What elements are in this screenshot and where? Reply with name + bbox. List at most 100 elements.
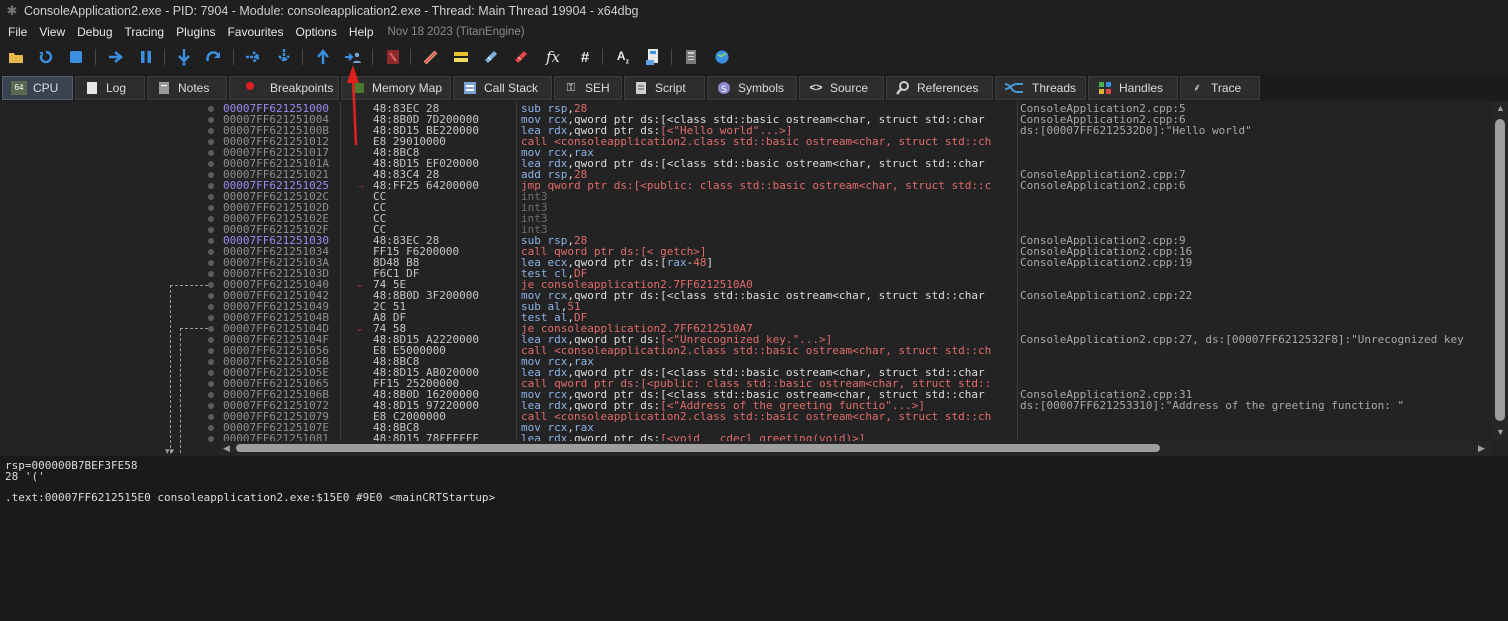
tab-call-stack[interactable]: Call Stack <box>453 76 552 100</box>
scroll-up-icon[interactable]: ▲ <box>1496 103 1505 113</box>
breakpoint-dot[interactable] <box>208 370 214 376</box>
breakpoint-dot[interactable] <box>208 183 214 189</box>
instruction: mov rcx,rax <box>521 356 594 367</box>
tab-threads[interactable]: Threads <box>995 76 1086 100</box>
breakpoint-dot[interactable] <box>208 139 214 145</box>
bookmark-icon[interactable] <box>510 46 532 68</box>
menu-favourites[interactable]: Favourites <box>221 22 289 42</box>
scroll-right-icon[interactable]: ▶ <box>1478 443 1485 454</box>
tab-source[interactable]: <> Source <box>799 76 884 100</box>
breakpoint-dot[interactable] <box>208 249 214 255</box>
breakpoint-dot[interactable] <box>208 282 214 288</box>
breakpoint-dot[interactable] <box>208 436 214 442</box>
breakpoint-dot[interactable] <box>208 227 214 233</box>
breakpoint-dot[interactable] <box>208 326 214 332</box>
trace-over-icon[interactable] <box>273 46 295 68</box>
step-over-icon[interactable] <box>203 46 225 68</box>
disasm-row[interactable]: 00007FF62125102C CC int3 <box>220 191 1492 202</box>
breakpoint-dot[interactable] <box>208 150 214 156</box>
breakpoint-dot[interactable] <box>208 381 214 387</box>
execute-till-return-icon[interactable] <box>312 46 334 68</box>
horizontal-scrollbar[interactable]: ◀ ▶ <box>220 441 1492 455</box>
tab-label: SEH <box>585 81 610 95</box>
breakpoint-dot[interactable] <box>208 337 214 343</box>
instruction: lea rdx,qword ptr ds:[<"Unrecognized key… <box>521 334 833 345</box>
disasm-row[interactable]: 00007FF621251049 2C 51 sub al,51 <box>220 301 1492 312</box>
disasm-row[interactable]: 00007FF62125103D F6C1 DF test cl,DF <box>220 268 1492 279</box>
breakpoint-dot[interactable] <box>208 106 214 112</box>
scroll-thumb[interactable] <box>236 444 1160 452</box>
disasm-row[interactable]: 00007FF62125102D CC int3 <box>220 202 1492 213</box>
open-icon[interactable] <box>5 46 27 68</box>
stop-icon[interactable] <box>65 46 87 68</box>
tab-label: CPU <box>33 81 59 95</box>
tab-symbols[interactable]: S Symbols <box>707 76 797 100</box>
breakpoint-dot[interactable] <box>208 117 214 123</box>
breakpoint-dot[interactable] <box>208 172 214 178</box>
breakpoint-dot[interactable] <box>208 414 214 420</box>
menu-plugins[interactable]: Plugins <box>170 22 221 42</box>
tab-log[interactable]: Log <box>75 76 145 100</box>
trace-into-icon[interactable] <box>243 46 265 68</box>
breakpoint-dot[interactable] <box>208 304 214 310</box>
tab-script[interactable]: Script <box>624 76 705 100</box>
menu-options[interactable]: Options <box>289 22 342 42</box>
tab-handles[interactable]: Handles <box>1088 76 1178 100</box>
breakpoint-dot[interactable] <box>208 238 214 244</box>
tab-references[interactable]: References <box>886 76 993 100</box>
globe-icon[interactable] <box>711 46 733 68</box>
comment-icon[interactable] <box>450 46 472 68</box>
restart-icon[interactable] <box>35 46 57 68</box>
disasm-row[interactable]: 00007FF621251081 48:8D15 78FFFFFF lea rdx,… <box>220 433 1492 441</box>
instruction: je consoleapplication2.7FF6212510A0 <box>521 279 753 290</box>
scroll-thumb[interactable] <box>1495 119 1505 421</box>
breakpoint-dot[interactable] <box>208 403 214 409</box>
breakpoint-dot[interactable] <box>208 348 214 354</box>
breakpoint-dot[interactable] <box>208 293 214 299</box>
breakpoint-dot[interactable] <box>208 359 214 365</box>
pause-icon[interactable] <box>135 46 157 68</box>
menu-file[interactable]: File <box>2 22 33 42</box>
breakpoint-dot[interactable] <box>208 128 214 134</box>
breakpoint-dot[interactable] <box>208 425 214 431</box>
notes-icon[interactable] <box>680 46 702 68</box>
breakpoint-dot[interactable] <box>208 392 214 398</box>
tab-label: Log <box>106 81 127 95</box>
breakpoint-dot[interactable] <box>208 205 214 211</box>
tab-seh[interactable]: ⚿ SEH <box>554 76 622 100</box>
breakpoint-dot[interactable] <box>208 260 214 266</box>
scylla-icon[interactable] <box>382 46 404 68</box>
run-icon[interactable] <box>105 46 127 68</box>
disasm-row[interactable]: 00007FF621251025 48:FF25 64200000 jmp qwor… <box>220 180 1492 191</box>
function-icon[interactable]: fx <box>542 46 564 68</box>
menu-view[interactable]: View <box>33 22 71 42</box>
breakpoint-dot[interactable] <box>208 194 214 200</box>
hash-icon[interactable]: # <box>574 46 596 68</box>
menu-tracing[interactable]: Tracing <box>119 22 171 42</box>
breakpoint-dot[interactable] <box>208 216 214 222</box>
breakpoint-dot[interactable] <box>208 315 214 321</box>
label-icon[interactable] <box>480 46 502 68</box>
menu-debug[interactable]: Debug <box>71 22 118 42</box>
disasm-row[interactable]: 00007FF62125104B A8 DF test al,DF <box>220 312 1492 323</box>
tab-cpu[interactable]: 64 CPU <box>2 76 73 100</box>
menu-help[interactable]: Help <box>343 22 380 42</box>
patch-icon[interactable] <box>420 46 442 68</box>
font-icon[interactable]: Az <box>612 46 634 68</box>
instruction: call <consoleapplication2.class std::bas… <box>521 345 992 356</box>
breakpoint-dot[interactable] <box>208 161 214 167</box>
scroll-left-icon[interactable]: ◀ <box>223 443 230 454</box>
calc-icon[interactable] <box>642 46 664 68</box>
scroll-down-icon[interactable]: ▼ <box>1496 427 1505 437</box>
disassembly-view[interactable]: 00007FF621251000 48:83EC 28 sub rsp,28 Cons… <box>220 101 1492 441</box>
vertical-scrollbar[interactable]: ▲ ▼ <box>1492 101 1508 441</box>
tab-notes[interactable]: Notes <box>147 76 227 100</box>
breakpoint-dot[interactable] <box>208 271 214 277</box>
tab-breakpoints[interactable]: Breakpoints <box>229 76 339 100</box>
disasm-row[interactable]: 00007FF62125102E CC int3 <box>220 213 1492 224</box>
disasm-row[interactable]: 00007FF621251042 48:8B0D 3F200000 mov rcx,… <box>220 290 1492 301</box>
x64dbg-bug-icon: ✱ <box>6 3 18 18</box>
tab-trace[interactable]: ⸙ Trace <box>1180 76 1260 100</box>
step-into-icon[interactable] <box>173 46 195 68</box>
build-date: Nov 18 2023 (TitanEngine) <box>387 26 525 38</box>
